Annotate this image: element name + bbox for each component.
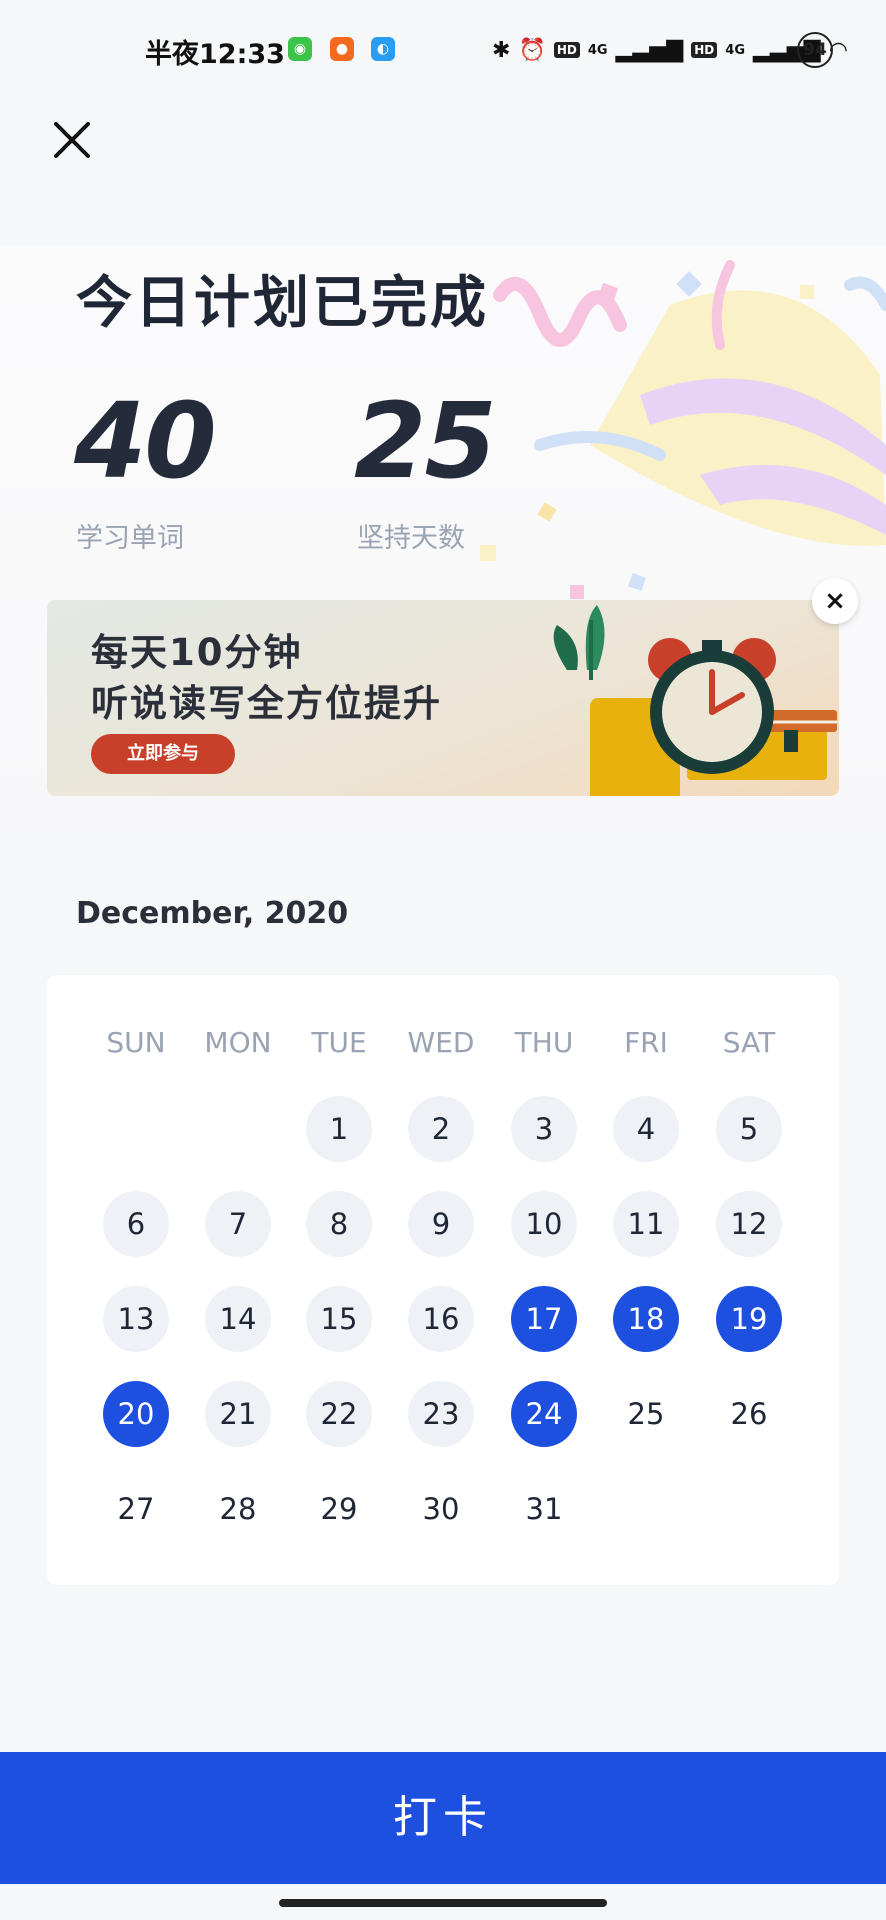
alarm-clock-illustration — [553, 605, 837, 796]
calendar-day[interactable]: 15 — [306, 1286, 372, 1352]
calendar-day[interactable]: 27 — [103, 1476, 169, 1542]
calendar-day[interactable]: 25 — [613, 1381, 679, 1447]
check-in-button[interactable]: 打卡 — [0, 1752, 886, 1884]
banner-subheadline: 听说读写全方位提升 — [91, 682, 442, 725]
banner-close-button[interactable]: × — [812, 578, 858, 624]
weekday-label-thu: THU — [514, 1026, 574, 1059]
join-now-button[interactable]: 立即参与 — [91, 734, 235, 774]
calendar-day[interactable]: 23 — [408, 1381, 474, 1447]
network-type-label: 4G — [587, 42, 608, 58]
calendar-day[interactable]: 11 — [613, 1191, 679, 1257]
network-type-label: 4G — [725, 42, 745, 58]
status-time: 半夜12:33 — [145, 39, 285, 70]
calendar-day[interactable]: 22 — [306, 1381, 372, 1447]
close-icon[interactable] — [48, 116, 96, 164]
calendar-day[interactable]: 7 — [205, 1191, 271, 1257]
calendar-day[interactable]: 29 — [306, 1476, 372, 1542]
streak-count: 25 — [354, 380, 497, 502]
banner-headline: 每天10分钟 — [91, 631, 303, 674]
hd-icon: HD — [553, 42, 580, 58]
calendar-day[interactable]: 1 — [306, 1096, 372, 1162]
hd-icon: HD — [691, 42, 718, 58]
calendar-day[interactable]: 13 — [103, 1286, 169, 1352]
calendar-day[interactable]: 31 — [511, 1476, 577, 1542]
streak-label: 坚持天数 — [357, 523, 465, 554]
calendar-day[interactable]: 9 — [408, 1191, 474, 1257]
calendar-day[interactable]: 16 — [408, 1286, 474, 1352]
bluetooth-icon: ✱ — [492, 37, 511, 63]
calendar-day[interactable]: 5 — [716, 1096, 782, 1162]
battery-indicator: 94 — [797, 32, 833, 68]
calendar-day[interactable]: 28 — [205, 1476, 271, 1542]
calendar-day[interactable]: 30 — [408, 1476, 474, 1542]
completion-title: 今日计划已完成 — [76, 271, 489, 336]
weekday-label-tue: TUE — [311, 1026, 367, 1059]
calendar-day[interactable]: 10 — [511, 1191, 577, 1257]
calendar-day[interactable]: 18 — [613, 1286, 679, 1352]
calendar-day[interactable]: 19 — [716, 1286, 782, 1352]
app-notification-icon: ◉ — [288, 37, 312, 61]
calendar-day[interactable]: 20 — [103, 1381, 169, 1447]
browser-notification-icon: ◐ — [371, 37, 395, 61]
home-indicator — [279, 1899, 607, 1907]
weekday-label-mon: MON — [204, 1026, 272, 1059]
calendar-day[interactable]: 21 — [205, 1381, 271, 1447]
words-count: 40 — [74, 380, 217, 502]
weibo-notification-icon: ● — [330, 37, 354, 61]
calendar-day[interactable]: 8 — [306, 1191, 372, 1257]
status-bar: 半夜12:33 ◉ ● ◐ ✱ ⏰ HD 4G ▂▃▅▇ HD 4G ▂▃▅▇ … — [0, 0, 886, 100]
weekday-label-sun: SUN — [106, 1026, 166, 1059]
calendar-day[interactable]: 6 — [103, 1191, 169, 1257]
month-label: December, 2020 — [76, 896, 349, 931]
calendar-day[interactable]: 24 — [511, 1381, 577, 1447]
calendar-day[interactable]: 2 — [408, 1096, 474, 1162]
weekday-label-sat: SAT — [722, 1026, 776, 1059]
calendar-day[interactable]: 26 — [716, 1381, 782, 1447]
party-popper-illustration — [480, 260, 886, 599]
weekday-label-wed: WED — [407, 1026, 475, 1059]
alarm-icon: ⏰ — [518, 37, 546, 63]
system-icons: ✱ ⏰ HD 4G ▂▃▅▇ HD 4G ▂▃▅▇ ◠ — [492, 30, 848, 70]
words-label: 学习单词 — [76, 523, 184, 554]
promo-banner[interactable]: 每天10分钟 听说读写全方位提升 立即参与 — [47, 600, 839, 796]
calendar-day[interactable]: 14 — [205, 1286, 271, 1352]
calendar-day[interactable]: 4 — [613, 1096, 679, 1162]
calendar-day[interactable]: 12 — [716, 1191, 782, 1257]
weekday-label-fri: FRI — [624, 1026, 668, 1059]
calendar-day[interactable]: 3 — [511, 1096, 577, 1162]
signal-icon: ▂▃▅▇ — [615, 37, 684, 63]
calendar-day[interactable]: 17 — [511, 1286, 577, 1352]
